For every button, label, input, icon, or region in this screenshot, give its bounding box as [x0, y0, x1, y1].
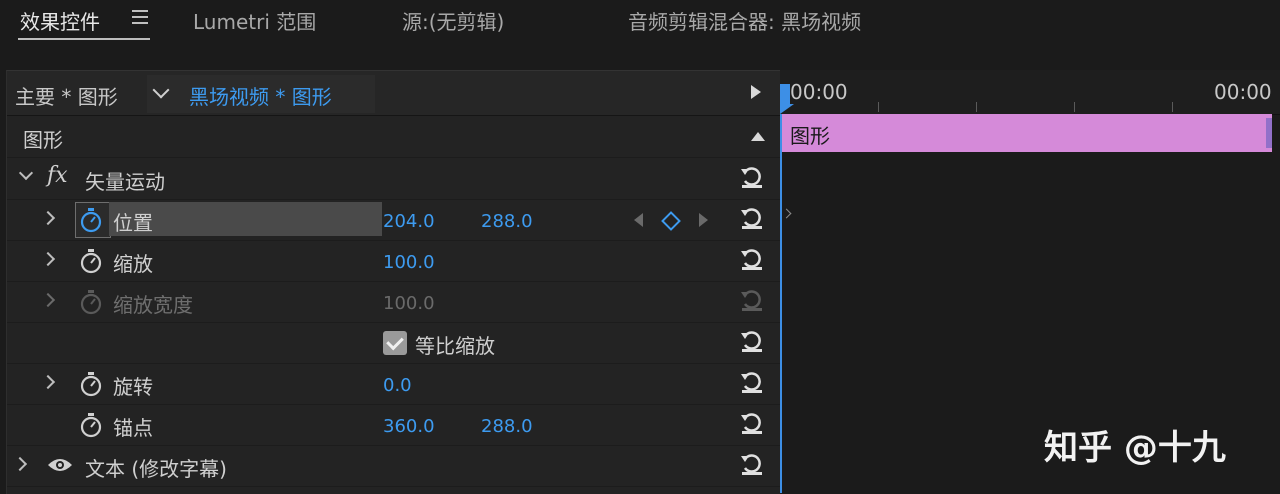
sequence-bar: 主要 * 图形 黑场视频 * 图形 [7, 71, 780, 116]
timecode-end: 00:00 [1214, 80, 1272, 104]
section-graphics-header: 图形 [7, 116, 780, 158]
param-label: 位置 [113, 211, 153, 235]
next-keyframe-icon[interactable] [699, 213, 708, 227]
ruler-tick [976, 102, 977, 112]
collapse-up-icon[interactable] [751, 132, 765, 141]
stopwatch-icon[interactable] [79, 207, 103, 233]
vector-motion-row: fx 矢量运动 [7, 158, 780, 200]
chevron-right-icon[interactable] [40, 374, 56, 390]
hamburger-icon[interactable] [132, 10, 148, 24]
reset-icon[interactable] [739, 453, 765, 477]
position-y-value[interactable]: 288.0 [481, 211, 533, 232]
time-ruler[interactable]: 00:00 00:00 [780, 70, 1280, 115]
tab-audio-mixer[interactable]: 音频剪辑混合器: 黑场视频 [628, 6, 861, 35]
reset-icon [741, 290, 762, 311]
param-row-rotation: 旋转 0.0 [7, 363, 780, 405]
ruler-tick [1074, 102, 1075, 112]
watermark: 知乎 @十九 [1044, 428, 1226, 468]
keyframe-diamond-icon[interactable] [661, 211, 681, 231]
reset-icon[interactable] [739, 330, 765, 354]
chevron-right-icon [40, 292, 56, 308]
chevron-right-icon[interactable] [40, 251, 56, 267]
playhead-pointer [780, 104, 794, 114]
section-label: 图形 [23, 128, 63, 152]
chevron-right-icon[interactable] [12, 456, 28, 472]
play-icon[interactable] [751, 85, 761, 99]
ruler-tick [1172, 102, 1173, 112]
master-clip-label[interactable]: 主要 * 图形 [15, 81, 118, 110]
param-row-position: 位置 204.0 288.0 [7, 199, 780, 241]
param-label: 旋转 [113, 375, 153, 399]
playhead-handle[interactable] [780, 84, 790, 106]
scale-width-value: 100.0 [383, 293, 435, 314]
clip-end-handle[interactable] [1266, 118, 1272, 148]
stopwatch-icon[interactable] [79, 248, 103, 274]
chevron-down-icon[interactable] [18, 165, 34, 181]
param-label: 缩放宽度 [113, 293, 193, 317]
vector-motion-label: 矢量运动 [85, 170, 165, 194]
stopwatch-icon[interactable] [79, 371, 103, 397]
eye-icon[interactable] [47, 457, 73, 473]
prev-keyframe-icon[interactable] [634, 213, 643, 227]
keyframe-marker-icon [781, 208, 792, 219]
scale-value[interactable]: 100.0 [383, 252, 435, 273]
clip-selector[interactable]: 黑场视频 * 图形 [147, 75, 375, 113]
rotation-value[interactable]: 0.0 [383, 375, 412, 396]
param-row-uniform-scale: 等比缩放 [7, 322, 780, 364]
anchor-y-value[interactable]: 288.0 [481, 416, 533, 437]
reset-icon[interactable] [739, 248, 765, 272]
reset-icon[interactable] [739, 371, 765, 395]
stopwatch-icon [80, 290, 102, 315]
ruler-tick [878, 102, 879, 112]
active-tab-underline [18, 38, 150, 40]
effect-controls-panel: 主要 * 图形 黑场视频 * 图形 图形 fx 矢量运动 位置 204.0 28… [6, 70, 780, 494]
panel-tab-bar: 效果控件 Lumetri 范围 源:(无剪辑) 音频剪辑混合器: 黑场视频 [0, 0, 1280, 64]
stopwatch-icon[interactable] [79, 412, 103, 438]
reset-icon[interactable] [739, 166, 765, 190]
playhead-line[interactable] [780, 114, 782, 493]
clip-bar-label: 图形 [790, 124, 830, 148]
anchor-x-value[interactable]: 360.0 [383, 416, 435, 437]
chevron-right-icon[interactable] [40, 210, 56, 226]
fx-icon[interactable]: fx [47, 163, 68, 188]
clip-selector-label: 黑场视频 * 图形 [189, 85, 332, 109]
param-label: 缩放 [113, 252, 153, 276]
text-layer-row: 文本 (修改字幕) [7, 445, 780, 487]
tab-source[interactable]: 源:(无剪辑) [402, 6, 504, 35]
param-row-scale-width: 缩放宽度 100.0 [7, 281, 780, 323]
text-layer-label: 文本 (修改字幕) [85, 457, 227, 481]
tab-lumetri-scope[interactable]: Lumetri 范围 [193, 6, 316, 35]
uniform-scale-label[interactable]: 等比缩放 [415, 330, 495, 359]
chevron-down-icon[interactable] [152, 81, 170, 99]
param-label: 锚点 [113, 416, 153, 440]
graphic-clip-bar[interactable]: 图形 [782, 114, 1272, 152]
reset-icon[interactable] [739, 412, 765, 436]
param-row-scale: 缩放 100.0 [7, 240, 780, 282]
timecode-start: 00:00 [790, 80, 848, 104]
checkbox-checked-icon[interactable] [383, 331, 407, 355]
tab-effect-controls[interactable]: 效果控件 [20, 6, 100, 35]
position-x-value[interactable]: 204.0 [383, 211, 435, 232]
param-row-anchor: 锚点 360.0 288.0 [7, 404, 780, 446]
reset-icon[interactable] [739, 207, 765, 231]
